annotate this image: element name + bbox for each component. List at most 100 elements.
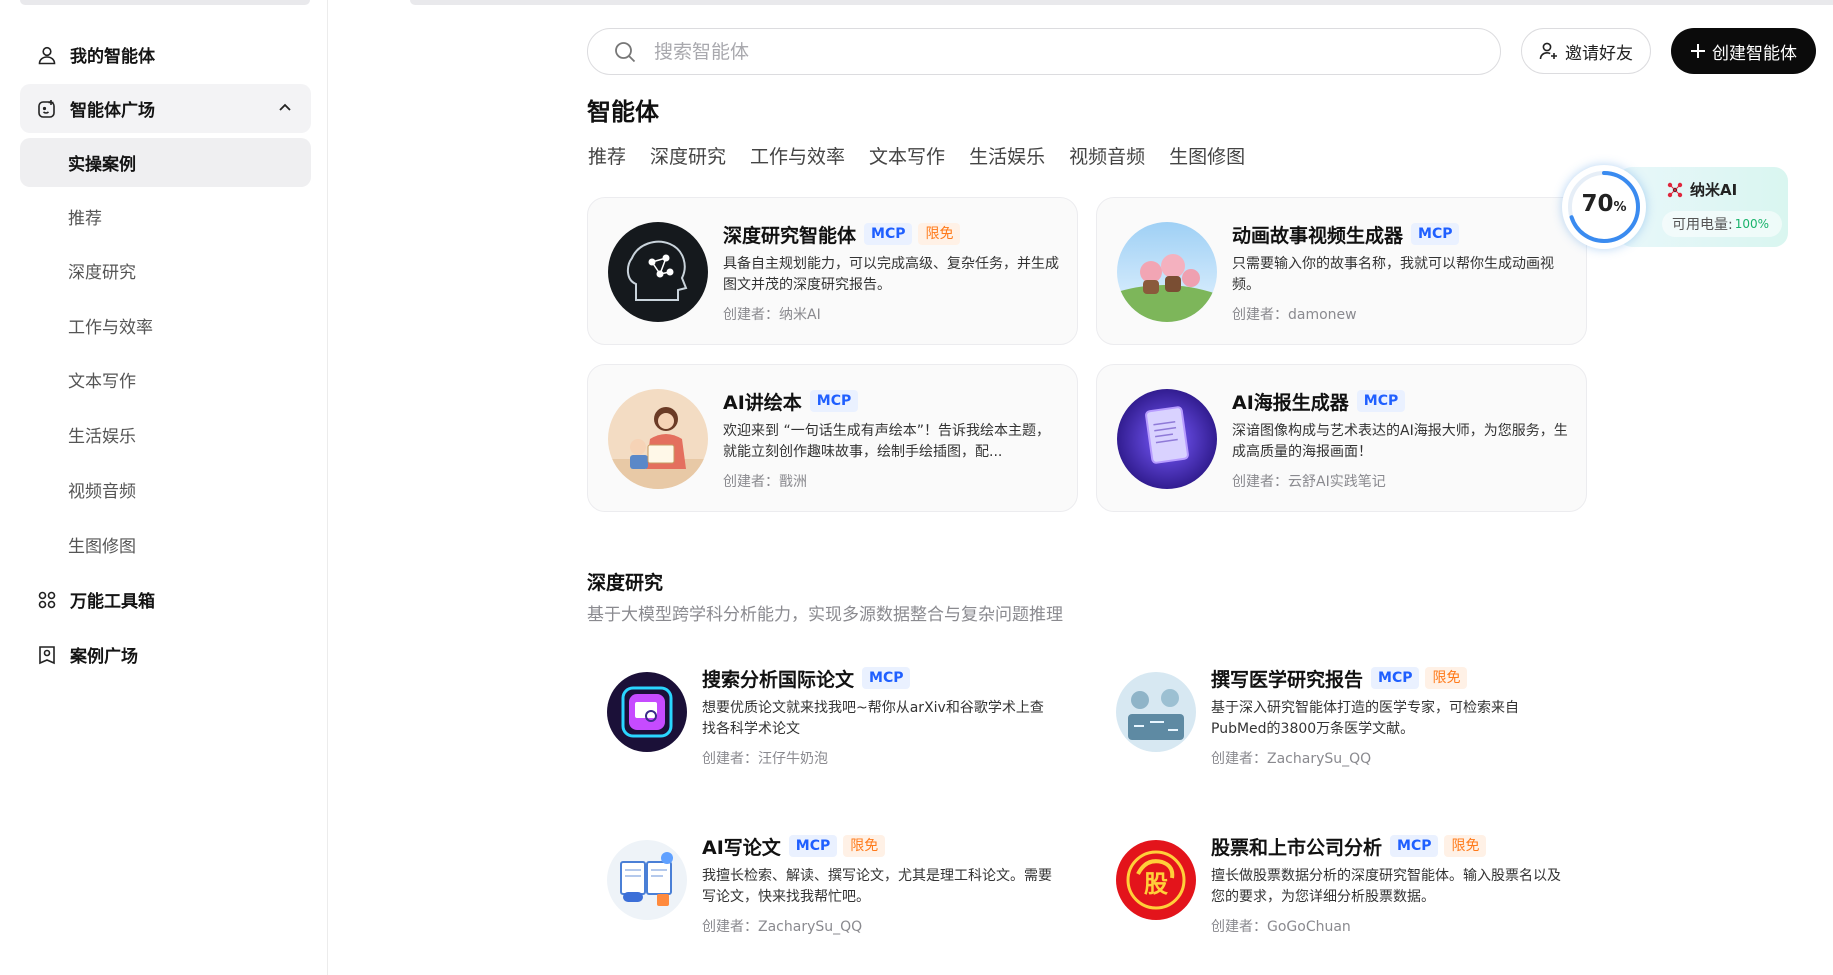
agent-card[interactable]: AI写论文 MCP 限免 我擅长检索、解读、撰写论文，尤其是理工科论文。需要写论文，… (587, 822, 1067, 940)
sidebar-item-label: 实操案例 (68, 155, 136, 175)
power-status: 可用电量: 100% (1662, 211, 1782, 237)
sidebar-item-label: 推荐 (68, 209, 102, 229)
section-subtitle: 基于大模型跨学科分析能力，实现多源数据整合与复杂问题推理 (587, 605, 1063, 625)
mcp-badge: MCP (788, 835, 838, 857)
agent-author: 创建者：云舒AI实践笔记 (1232, 474, 1386, 490)
agent-title: 动画故事视频生成器 (1232, 224, 1404, 247)
power-percent: 70% (1562, 191, 1646, 217)
top-decor-right (410, 0, 1833, 5)
svg-text:股: 股 (1144, 870, 1168, 898)
section-title: 深度研究 (587, 572, 664, 594)
sidebar-item-label: 万能工具箱 (70, 592, 155, 612)
agent-avatar (1117, 222, 1217, 322)
tab-recommend[interactable]: 推荐 (588, 142, 626, 169)
free-badge: 限免 (918, 223, 961, 245)
agent-card[interactable]: 深度研究智能体 MCP 限免 具备自主规划能力，可以完成高级、复杂任务，并生成图文并… (587, 197, 1078, 345)
tab-text-writing[interactable]: 文本写作 (869, 142, 945, 169)
tab-work-efficiency[interactable]: 工作与效率 (750, 142, 845, 169)
mcp-badge: MCP (1411, 223, 1460, 245)
agent-card[interactable]: 动画故事视频生成器 MCP 只需要输入你的故事名称，我就可以帮你生成动画视频。 创… (1096, 197, 1587, 345)
tab-video-audio[interactable]: 视频音频 (1069, 142, 1145, 169)
tab-image-edit[interactable]: 生图修图 (1169, 142, 1245, 169)
grid-icon (34, 587, 60, 613)
mcp-badge: MCP (862, 667, 911, 689)
sidebar-item-label: 文本写作 (68, 372, 136, 392)
sidebar-item-deep-research[interactable]: 深度研究 (20, 246, 311, 295)
sidebar-item-work-efficiency[interactable]: 工作与效率 (20, 301, 311, 350)
create-label: 创建智能体 (1712, 43, 1797, 64)
sidebar-item-label: 智能体广场 (70, 101, 155, 121)
agent-author: 创建者：纳米AI (723, 307, 821, 323)
agent-title: AI写论文 (702, 836, 781, 859)
nami-logo-icon (1666, 181, 1684, 199)
sidebar-item-toolbox[interactable]: 万能工具箱 (20, 575, 311, 624)
agent-author: 创建者：ZacharySu_QQ (702, 919, 863, 935)
agent-desc: 擅长做股票数据分析的深度研究智能体。输入股票名以及您的要求，为您详细分析股票数据… (1211, 868, 1561, 905)
power-label: 可用电量: (1672, 217, 1733, 233)
invite-friends-button[interactable]: 邀请好友 (1521, 28, 1651, 74)
invite-label: 邀请好友 (1565, 43, 1633, 64)
agent-card[interactable]: 撰写医学研究报告 MCP 限免 基于深入研究智能体打造的医学专家，可检索来自PubM… (1096, 654, 1576, 772)
agent-desc: 想要优质论文就来找我吧~帮你从arXiv和谷歌学术上查找各科学术论文 (702, 700, 1044, 737)
free-badge: 限免 (1425, 667, 1468, 689)
agent-desc: 具备自主规划能力，可以完成高级、复杂任务，并生成图文并茂的深度研究报告。 (723, 256, 1059, 293)
agent-author: 创建者：汪仔牛奶泡 (702, 751, 828, 767)
agent-title: 股票和上市公司分析 (1211, 836, 1383, 859)
agent-desc: 我擅长检索、解读、撰写论文，尤其是理工科论文。需要写论文，快来找我帮忙吧。 (702, 868, 1052, 905)
tab-life-entertainment[interactable]: 生活娱乐 (969, 142, 1045, 169)
mcp-badge: MCP (1356, 390, 1406, 412)
agent-avatar (1117, 389, 1217, 489)
agent-desc: 深谙图像构成与艺术表达的AI海报大师，为您服务，生成高质量的海报画面！ (1232, 423, 1568, 460)
agent-author: 创建者：GoGoChuan (1211, 919, 1351, 935)
agent-title: 搜索分析国际论文 (702, 668, 855, 691)
sidebar-item-life-entertainment[interactable]: 生活娱乐 (20, 410, 311, 459)
agent-card[interactable]: 搜索分析国际论文 MCP 想要优质论文就来找我吧~帮你从arXiv和谷歌学术上查找… (587, 654, 1067, 772)
agent-desc: 欢迎来到 “一句话生成有声绘本”！告诉我绘本主题，就能立刻创作趣味故事，绘制手绘… (723, 423, 1050, 460)
chevron-up-icon[interactable] (277, 100, 293, 121)
agent-title: 撰写医学研究报告 (1211, 668, 1364, 691)
sidebar-item-video-audio[interactable]: 视频音频 (20, 465, 311, 514)
brand-label: 纳米AI (1666, 179, 1737, 200)
power-percent-value: 70 (1581, 191, 1614, 217)
agent-card[interactable]: AI讲绘本 MCP 欢迎来到 “一句话生成有声绘本”！告诉我绘本主题，就能立刻创作… (587, 364, 1078, 512)
search-icon (614, 41, 636, 63)
agent-avatar (608, 222, 708, 322)
sidebar-item-my-agents[interactable]: 我的智能体 (20, 30, 311, 79)
mcp-badge: MCP (1371, 667, 1420, 689)
plaza-icon (34, 96, 60, 122)
sidebar-item-label: 案例广场 (70, 647, 138, 667)
agent-card[interactable]: 股 股票和上市公司分析 MCP 限免 擅长做股票数据分析的深度研究智能体。输入股票名… (1096, 822, 1576, 940)
agent-avatar (607, 672, 687, 752)
create-agent-button[interactable]: 创建智能体 (1671, 28, 1816, 74)
tab-deep-research[interactable]: 深度研究 (650, 142, 726, 169)
sidebar-item-image-edit[interactable]: 生图修图 (20, 520, 311, 569)
sidebar-item-label: 深度研究 (68, 263, 136, 283)
sidebar-item-case-plaza[interactable]: 案例广场 (20, 630, 311, 679)
agent-card[interactable]: AI海报生成器 MCP 深谙图像构成与艺术表达的AI海报大师，为您服务，生成高质量… (1096, 364, 1587, 512)
page-title: 智能体 (587, 98, 659, 126)
sidebar-item-recommend[interactable]: 推荐 (20, 192, 311, 241)
sidebar-item-text-writing[interactable]: 文本写作 (20, 355, 311, 404)
agent-author: 创建者：戬洲 (723, 474, 807, 490)
agent-title: AI海报生成器 (1232, 391, 1349, 414)
mcp-badge: MCP (809, 390, 859, 412)
sidebar-item-label: 视频音频 (68, 482, 136, 502)
power-value: 100% (1734, 217, 1770, 231)
agent-title: AI讲绘本 (723, 391, 802, 414)
search-bar[interactable] (587, 28, 1501, 75)
sidebar-item-agent-plaza[interactable]: 智能体广场 (20, 84, 311, 133)
sidebar-item-label: 生图修图 (68, 537, 136, 557)
agent-author: 创建者：damonew (1232, 307, 1357, 323)
brand-name: 纳米AI (1690, 181, 1738, 199)
search-input[interactable] (654, 40, 1434, 63)
free-badge: 限免 (843, 835, 886, 857)
sidebar-item-cases[interactable]: 实操案例 (20, 138, 311, 187)
sidebar-item-label: 我的智能体 (70, 47, 155, 67)
agent-desc: 只需要输入你的故事名称，我就可以帮你生成动画视频。 (1232, 256, 1554, 293)
power-percent-unit: % (1613, 200, 1627, 215)
free-badge: 限免 (1444, 835, 1487, 857)
power-widget[interactable]: 70% 纳米AI 可用电量: 100% (1562, 165, 1790, 249)
case-icon (34, 642, 60, 668)
agent-title: 深度研究智能体 (723, 224, 857, 247)
mcp-badge: MCP (1390, 835, 1439, 857)
